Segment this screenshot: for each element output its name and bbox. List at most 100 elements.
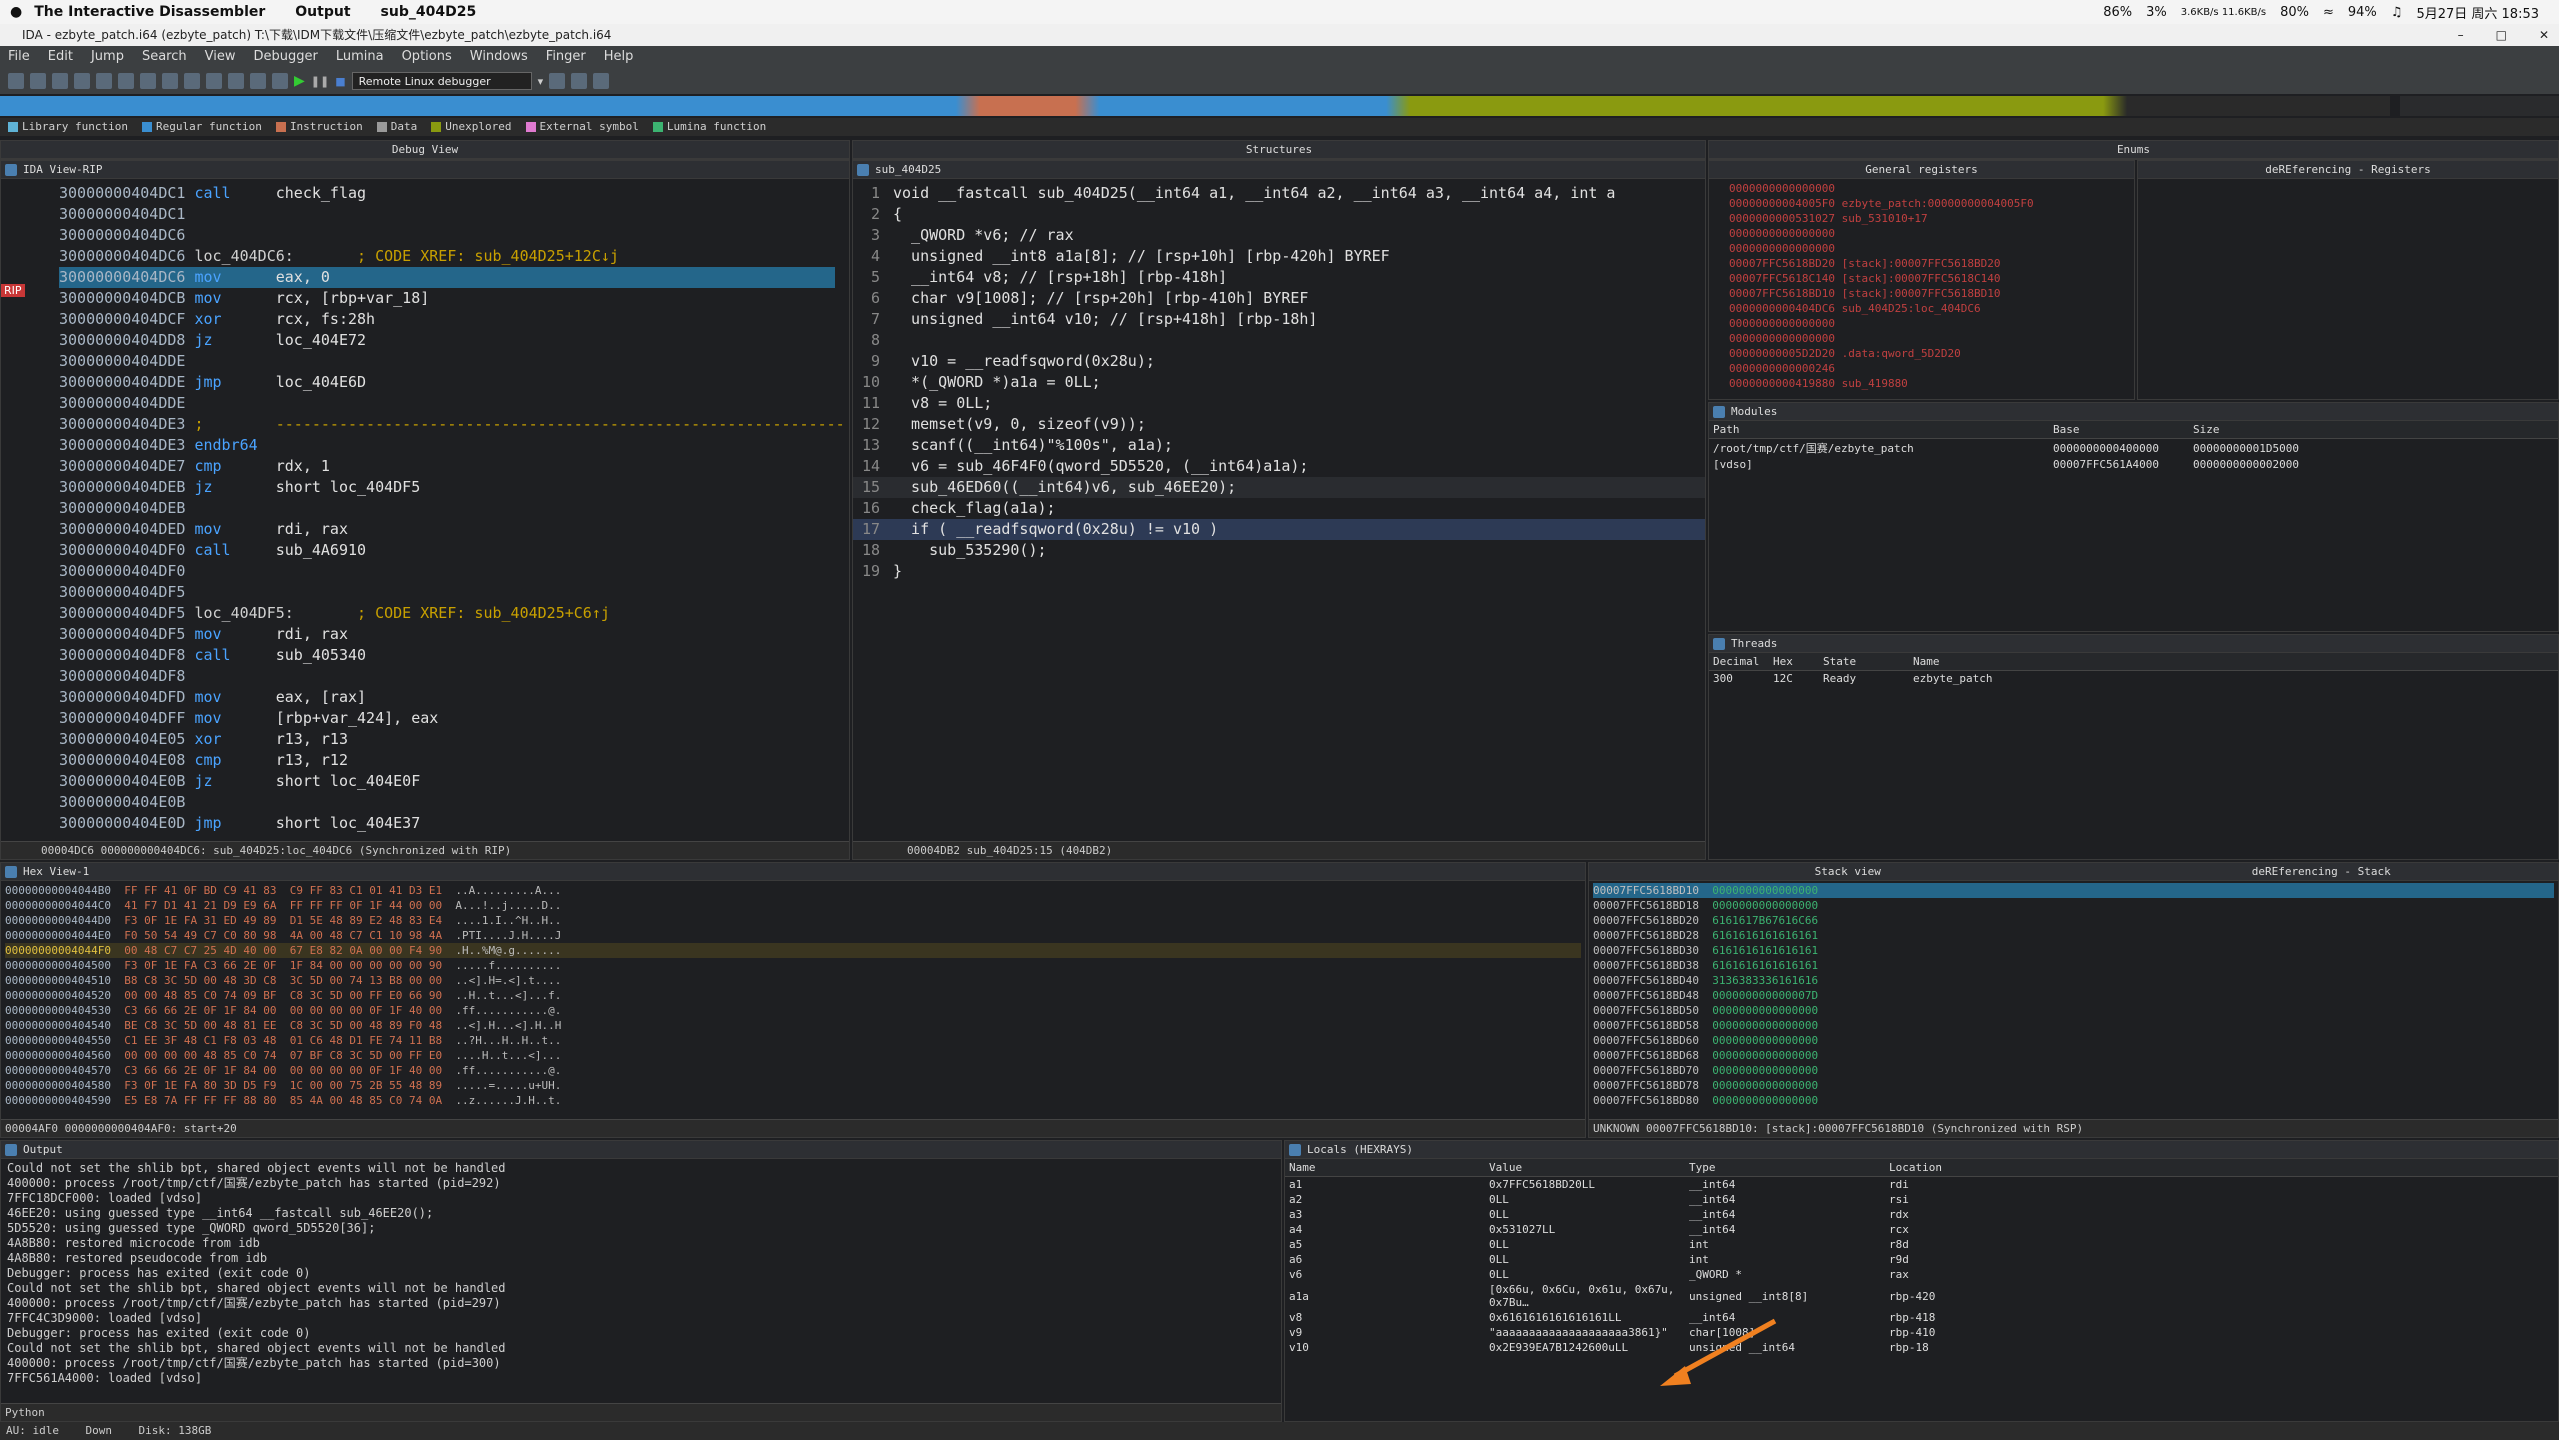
- pseudo-line[interactable]: 9 v10 = __readfsqword(0x28u);: [853, 351, 1705, 372]
- hex-row[interactable]: 00000000004044B0 FF FF 41 0F BD C9 41 83…: [5, 883, 1581, 898]
- pseudo-line[interactable]: 14 v6 = sub_46F4F0(qword_5D5520, (__int6…: [853, 456, 1705, 477]
- stack-row[interactable]: 00007FFC5618BD50 0000000000000000: [1593, 1003, 2554, 1018]
- stack-row[interactable]: 00007FFC5618BD20 6161617B67616C66: [1593, 913, 2554, 928]
- disasm-row[interactable]: 30000000404E08 cmp r13, r12: [59, 750, 835, 771]
- hex-row[interactable]: 0000000000404510 B8 C8 3C 5D 00 48 3D C8…: [5, 973, 1581, 988]
- code-icon[interactable]: [96, 73, 112, 89]
- register-row[interactable]: 0000000000531027 sub_531010+17: [1729, 211, 2132, 226]
- register-row[interactable]: 0000000000419880 sub_419880: [1729, 376, 2132, 391]
- undefine-icon[interactable]: [184, 73, 200, 89]
- stack-row[interactable]: 00007FFC5618BD28 6161616161616161: [1593, 928, 2554, 943]
- hex-row[interactable]: 00000000004044D0 F3 0F 1E FA 31 ED 49 89…: [5, 913, 1581, 928]
- col-decimal[interactable]: Decimal: [1709, 653, 1769, 671]
- disasm-row[interactable]: 30000000404DE3 endbr64: [59, 435, 835, 456]
- register-row[interactable]: 0000000000000000: [1729, 241, 2132, 256]
- col-base[interactable]: Base: [2049, 421, 2189, 439]
- register-row[interactable]: 00000000004005F0 ezbyte_patch:0000000000…: [1729, 196, 2132, 211]
- disasm-row[interactable]: 30000000404DF5 mov rdi, rax: [59, 624, 835, 645]
- hex-row[interactable]: 0000000000404580 F3 0F 1E FA 80 3D D5 F9…: [5, 1078, 1581, 1093]
- array-icon[interactable]: [162, 73, 178, 89]
- hex-row[interactable]: 0000000000404570 C3 66 66 2E 0F 1F 84 00…: [5, 1063, 1581, 1078]
- pseudo-line[interactable]: 11 v8 = 0LL;: [853, 393, 1705, 414]
- table-row[interactable]: /root/tmp/ctf/国赛/ezbyte_patch 00000000004…: [1709, 439, 2558, 458]
- pseudo-line[interactable]: 2 {: [853, 204, 1705, 225]
- debug-view-title[interactable]: Debug View: [1, 141, 849, 159]
- register-row[interactable]: 0000000000000000: [1729, 181, 2132, 196]
- stack-row[interactable]: 00007FFC5618BD78 0000000000000000: [1593, 1078, 2554, 1093]
- pseudo-line[interactable]: 18 sub_535290();: [853, 540, 1705, 561]
- chevron-down-icon[interactable]: ▾: [538, 75, 544, 88]
- close-icon[interactable]: ✕: [2539, 24, 2549, 46]
- register-row[interactable]: 0000000000000246: [1729, 361, 2132, 376]
- hex-row[interactable]: 0000000000404500 F3 0F 1E FA C3 66 2E 0F…: [5, 958, 1581, 973]
- threads-tab[interactable]: Threads: [1709, 635, 2558, 653]
- output-tab[interactable]: Output: [1, 1141, 1281, 1159]
- col-state[interactable]: State: [1819, 653, 1909, 671]
- table-row[interactable]: a2 0LL __int64 rsi: [1285, 1192, 2558, 1207]
- breakpoint-icon[interactable]: [250, 73, 266, 89]
- disasm-row[interactable]: 30000000404DFD mov eax, [rax]: [59, 687, 835, 708]
- pseudo-line[interactable]: 13 scanf((__int64)"%100s", a1a);: [853, 435, 1705, 456]
- disasm-row[interactable]: 30000000404DE3 ; -----------------------…: [59, 414, 845, 435]
- disasm-row[interactable]: 30000000404DD8 jz loc_404E72: [59, 330, 835, 351]
- disasm-row[interactable]: 30000000404DF5: [59, 582, 835, 603]
- disasm-row[interactable]: 30000000404DEB: [59, 498, 835, 519]
- disasm-row[interactable]: 30000000404E0B jz short loc_404E0F: [59, 771, 835, 792]
- table-row[interactable]: 300 12C Ready ezbyte_patch: [1709, 671, 2558, 687]
- pseudo-line[interactable]: 7 unsigned __int64 v10; // [rsp+418h] [r…: [853, 309, 1705, 330]
- col-location[interactable]: Location: [1885, 1159, 2558, 1177]
- stack-view-tab[interactable]: Stack view deREferencing - Stack: [1589, 863, 2558, 881]
- structures-title[interactable]: Structures: [853, 141, 1705, 159]
- pseudo-line[interactable]: 3 _QWORD *v6; // rax: [853, 225, 1705, 246]
- disasm-row[interactable]: 30000000404DCF xor rcx, fs:28h: [59, 309, 835, 330]
- table-row[interactable]: v8 0x6161616161616161LL __int64 rbp-418: [1285, 1310, 2558, 1325]
- table-row[interactable]: v9 "aaaaaaaaaaaaaaaaaaaa3861}" char[1008] r…: [1285, 1325, 2558, 1340]
- register-row[interactable]: 0000000000000000: [1729, 226, 2132, 241]
- pseudocode-listing[interactable]: 1 void __fastcall sub_404D25(__int64 a1,…: [853, 183, 1705, 582]
- pause-icon[interactable]: ❚❚: [311, 75, 329, 88]
- pseudo-line[interactable]: 19 }: [853, 561, 1705, 582]
- table-row[interactable]: v6 0LL _QWORD * rax: [1285, 1267, 2558, 1282]
- navigation-band[interactable]: [0, 96, 2390, 116]
- menu-file[interactable]: File: [8, 46, 30, 68]
- forward-icon[interactable]: [74, 73, 90, 89]
- back-icon[interactable]: [52, 73, 68, 89]
- pseudo-line[interactable]: 15 sub_46ED60((__int64)v6, sub_46EE20);: [853, 477, 1705, 498]
- stack-row[interactable]: 00007FFC5618BD40 3136383336161616: [1593, 973, 2554, 988]
- table-row[interactable]: a5 0LL int r8d: [1285, 1237, 2558, 1252]
- minimize-icon[interactable]: –: [2458, 24, 2464, 46]
- hex-row[interactable]: 0000000000404520 00 00 48 85 C0 74 09 BF…: [5, 988, 1581, 1003]
- disasm-row[interactable]: 30000000404DF8 call sub_405340: [59, 645, 835, 666]
- disasm-row[interactable]: 30000000404DF5 loc_404DF5: ; CODE XREF: …: [59, 603, 835, 624]
- pseudo-line[interactable]: 1 void __fastcall sub_404D25(__int64 a1,…: [853, 183, 1705, 204]
- graph-icon[interactable]: [206, 73, 222, 89]
- modules-table[interactable]: Path Base Size /root/tmp/ctf/国赛/ezbyte_pat…: [1709, 421, 2558, 472]
- menu-edit[interactable]: Edit: [48, 46, 73, 68]
- menu-sub[interactable]: sub_404D25: [381, 4, 477, 20]
- register-row[interactable]: 00000000005D2D20 .data:qword_5D2D20: [1729, 346, 2132, 361]
- play-icon[interactable]: ▶: [294, 73, 305, 89]
- lumina-icon[interactable]: [228, 73, 244, 89]
- hex-dump[interactable]: 00000000004044B0 FF FF 41 0F BD C9 41 83…: [1, 881, 1585, 1110]
- register-row[interactable]: 0000000000000000: [1729, 316, 2132, 331]
- pseudo-line[interactable]: 12 memset(v9, 0, sizeof(v9));: [853, 414, 1705, 435]
- table-row[interactable]: a4 0x531027LL __int64 rcx: [1285, 1222, 2558, 1237]
- modules-tab[interactable]: Modules: [1709, 403, 2558, 421]
- table-row[interactable]: v10 0x2E939EA7B1242600uLL unsigned __int64…: [1285, 1340, 2558, 1355]
- pseudo-line[interactable]: 10 *(_QWORD *)a1a = 0LL;: [853, 372, 1705, 393]
- disasm-row[interactable]: 30000000404DFF mov [rbp+var_424], eax: [59, 708, 835, 729]
- register-row[interactable]: 00007FFC5618C140 [stack]:00007FFC5618C14…: [1729, 271, 2132, 286]
- deref-regs-tab[interactable]: deREferencing - Registers: [2138, 161, 2558, 179]
- save-icon[interactable]: [30, 73, 46, 89]
- run-to-icon[interactable]: [593, 73, 610, 89]
- disasm-row[interactable]: 30000000404DEB jz short loc_404DF5: [59, 477, 835, 498]
- col-name[interactable]: Name: [1909, 653, 2558, 671]
- disasm-row[interactable]: 30000000404E0D jmp short loc_404E37: [59, 813, 835, 834]
- step-over-icon[interactable]: [571, 73, 588, 89]
- stack-row[interactable]: 00007FFC5618BD60 0000000000000000: [1593, 1033, 2554, 1048]
- trace-icon[interactable]: [272, 73, 288, 89]
- pseudocode-tab[interactable]: sub_404D25: [853, 161, 1705, 179]
- table-row[interactable]: a1 0x7FFC5618BD20LL __int64 rdi: [1285, 1177, 2558, 1193]
- disassembly-listing[interactable]: 30000000404DC1 call check_flag 3000000040…: [59, 183, 845, 834]
- hex-row[interactable]: 0000000000404540 BE C8 3C 5D 00 48 81 EE…: [5, 1018, 1581, 1033]
